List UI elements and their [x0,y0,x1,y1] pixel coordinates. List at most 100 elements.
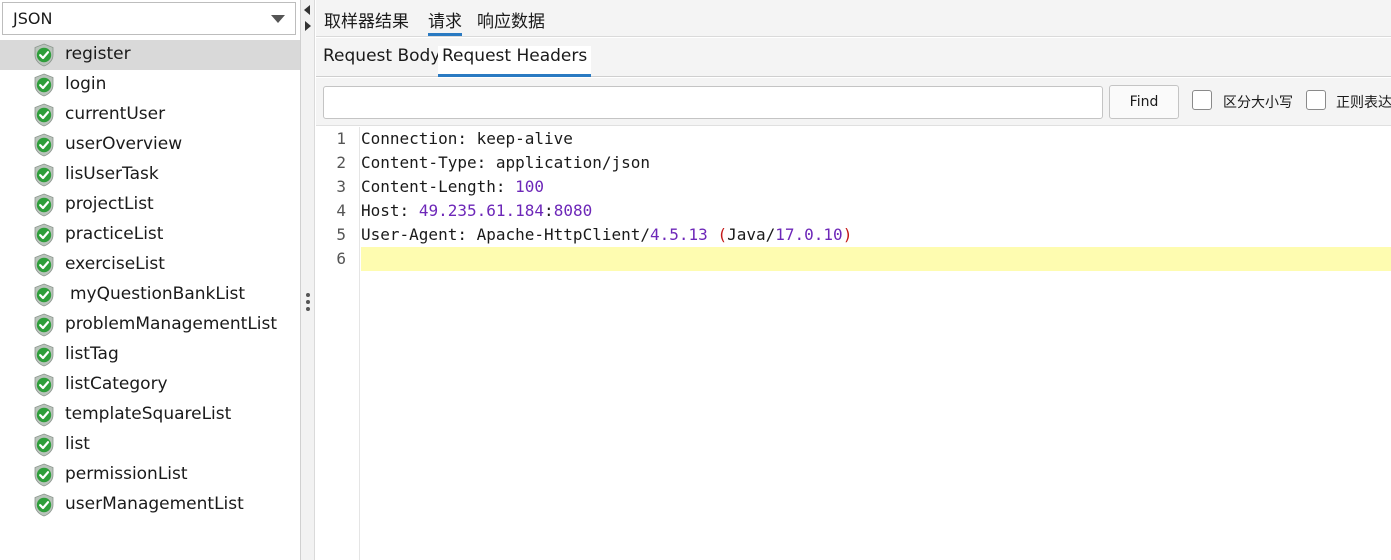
result-detail-panel: 取样器结果 请求 响应数据 Request Body Request Heade… [316,0,1391,560]
success-shield-icon [33,73,55,97]
header-line-user-agent: User-Agent: Apache-HttpClient/4.5.13 (Ja… [361,223,1391,247]
java-label: Java/ [727,225,776,244]
collapse-left-icon[interactable] [304,5,310,15]
java-version: 17.0.10 [775,225,843,244]
sampler-tree: register login currentUser userOverview lisU… [0,40,300,520]
success-shield-icon [33,403,55,427]
tree-item[interactable]: problemManagementList [0,310,300,340]
tree-item-label: problemManagementList [65,314,278,334]
regex-checkbox[interactable] [1306,90,1326,110]
header-value: keep-alive [466,129,573,148]
tree-item[interactable]: register [0,40,300,70]
tree-item-label: login [65,74,107,94]
header-line-connection: Connection: keep-alive [361,127,1391,151]
header-value-number: 100 [515,177,545,196]
tree-item[interactable]: myQuestionBankList [0,280,300,310]
host-ip: 49.235.61.184 [418,201,545,220]
tree-item-label: myQuestionBankList [70,284,246,304]
header-value: Apache-HttpClient/ [466,225,650,244]
header-key: Content-Length: [361,177,506,196]
success-shield-icon [33,313,55,337]
tree-item-label: userManagementList [65,494,244,514]
expand-right-icon[interactable] [305,21,311,31]
search-bar: Find 区分大小写 正则表达 [316,78,1391,126]
success-shield-icon [33,253,55,277]
success-shield-icon [33,493,55,517]
header-line-content-length: Content-Length: 100 [361,175,1391,199]
main-tab-bar: 取样器结果 请求 响应数据 [316,0,1391,37]
panel-splitter[interactable] [301,0,315,560]
tree-item[interactable]: listTag [0,340,300,370]
tree-item-label: register [65,44,131,64]
header-line-host: Host: 49.235.61.184:8080 [361,201,593,220]
renderer-select-value: JSON [13,9,53,28]
tree-item-label: currentUser [65,104,166,124]
find-button[interactable]: Find [1109,85,1179,119]
tree-item[interactable]: practiceList [0,220,300,250]
success-shield-icon [33,343,55,367]
tree-item-label: projectList [65,194,154,214]
tree-item[interactable]: list [0,430,300,460]
tree-item[interactable]: currentUser [0,100,300,130]
tree-item-label: practiceList [65,224,164,244]
tree-item-label: userOverview [65,134,183,154]
tree-item-label: listCategory [65,374,168,394]
client-version: 4.5.13 [650,225,708,244]
tree-item[interactable]: userOverview [0,130,300,160]
success-shield-icon [33,103,55,127]
header-line-content-type: Content-Type: application/json [361,151,1391,175]
tree-item[interactable]: permissionList [0,460,300,490]
splitter-grip-icon[interactable] [306,293,310,311]
header-key: Content-Type: [361,153,487,172]
success-shield-icon [33,43,55,67]
success-shield-icon [33,433,55,457]
request-sub-tab-bar: Request Body Request Headers [316,38,1391,77]
tab-request-headers[interactable]: Request Headers [438,46,592,77]
tree-item-label: listTag [65,344,119,364]
tree-item[interactable]: lisUserTask [0,160,300,190]
tab-request-body[interactable]: Request Body [319,46,444,77]
line-number: 3 [336,177,346,196]
regex-label: 正则表达 [1336,95,1391,111]
case-sensitive-label: 区分大小写 [1223,95,1293,111]
tree-item[interactable]: userManagementList [0,490,300,520]
tree-item-label: exerciseList [65,254,165,274]
header-key: Host: [361,201,410,220]
line-number: 4 [336,201,346,220]
tree-item[interactable]: projectList [0,190,300,220]
tab-response-data[interactable]: 响应数据 [477,6,545,36]
success-shield-icon [33,463,55,487]
search-input[interactable] [323,86,1103,119]
tab-sampler-result[interactable]: 取样器结果 [324,6,409,36]
current-line-highlight [361,247,1391,271]
header-value: application/json [486,153,650,172]
tab-request[interactable]: 请求 [428,6,462,36]
tree-item[interactable]: exerciseList [0,250,300,280]
case-sensitive-checkbox[interactable] [1192,90,1212,110]
tree-item[interactable]: templateSquareList [0,400,300,430]
line-number: 5 [336,225,346,244]
results-tree-panel: JSON register login currentUser userOvervie… [0,0,301,560]
open-paren: ( [717,225,728,244]
success-shield-icon [33,133,55,157]
success-shield-icon [33,223,55,247]
renderer-select[interactable]: JSON [2,2,296,35]
success-shield-icon [33,193,55,217]
chevron-down-icon[interactable] [271,15,285,23]
success-shield-icon [33,373,55,397]
success-shield-icon [33,163,55,187]
header-key: Connection: [361,129,467,148]
tree-item-label: permissionList [65,464,188,484]
close-paren: ) [842,225,853,244]
tree-item-label: lisUserTask [65,164,159,184]
line-number-gutter: 1 2 3 4 5 6 [316,127,360,560]
tree-item-label: list [65,434,90,454]
line-number: 2 [336,153,346,172]
tree-item-label: templateSquareList [65,404,232,424]
headers-text-editor[interactable]: 1 2 3 4 5 6 Connection: keep-alive Conte… [316,127,1391,560]
line-number: 1 [336,129,346,148]
host-port: 8080 [553,201,593,220]
tree-item[interactable]: login [0,70,300,100]
tree-item[interactable]: listCategory [0,370,300,400]
header-key: User-Agent: [361,225,467,244]
